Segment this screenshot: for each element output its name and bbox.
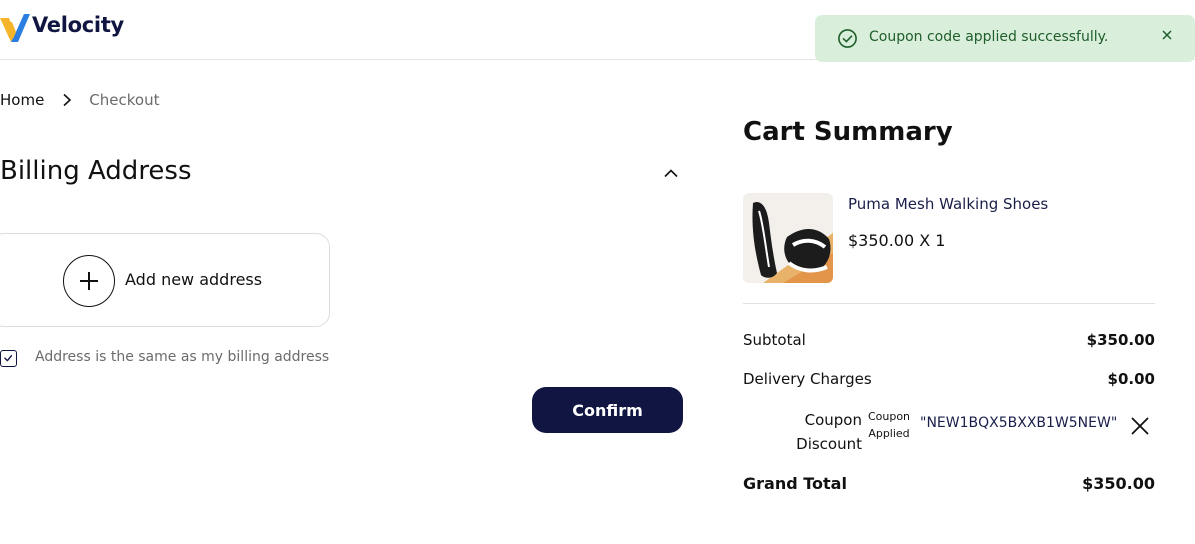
brand-name: Velocity (32, 13, 124, 37)
subtotal-value: $350.00 (1086, 331, 1155, 349)
close-icon[interactable] (1158, 26, 1176, 44)
grand-total-value: $350.00 (1082, 474, 1155, 493)
velocity-logo-icon (0, 14, 30, 42)
cart-summary-title: Cart Summary (743, 117, 953, 147)
add-new-address-button[interactable]: Add new address (0, 233, 330, 327)
check-circle-icon (838, 29, 857, 48)
chevron-right-icon (63, 93, 72, 107)
divider (743, 303, 1155, 304)
top-header: Velocity Coupon code applied successfull… (0, 0, 1195, 62)
remove-coupon-icon[interactable] (1130, 416, 1150, 436)
product-name[interactable]: Puma Mesh Walking Shoes (848, 195, 1048, 213)
product-image (743, 193, 833, 283)
coupon-code: "NEW1BQX5BXXB1W5NEW" (920, 415, 1118, 431)
delivery-charges-label: Delivery Charges (743, 370, 872, 388)
logo[interactable]: Velocity (0, 8, 124, 42)
product-price-quantity: $350.00 X 1 (848, 231, 946, 250)
plus-icon (63, 255, 115, 307)
billing-address-title: Billing Address (0, 156, 192, 186)
coupon-discount-label: Coupon Discount (796, 411, 862, 453)
same-address-label: Address is the same as my billing addres… (35, 349, 330, 365)
breadcrumb-current: Checkout (89, 91, 160, 109)
subtotal-label: Subtotal (743, 331, 806, 349)
breadcrumb-home[interactable]: Home (0, 91, 44, 109)
add-new-address-label: Add new address (125, 270, 263, 289)
shoes-image (743, 193, 833, 283)
success-toast: Coupon code applied successfully. (815, 15, 1195, 62)
confirm-button[interactable]: Confirm (532, 387, 683, 433)
toast-message: Coupon code applied successfully. (869, 29, 1109, 45)
checkmark-icon (3, 354, 12, 361)
delivery-charges-value: $0.00 (1107, 370, 1155, 388)
coupon-applied-label: Coupon Applied (867, 410, 911, 440)
breadcrumb: Home Checkout (0, 91, 159, 109)
same-address-checkbox[interactable] (0, 350, 17, 367)
chevron-up-icon[interactable] (662, 166, 680, 180)
grand-total-label: Grand Total (743, 474, 847, 493)
